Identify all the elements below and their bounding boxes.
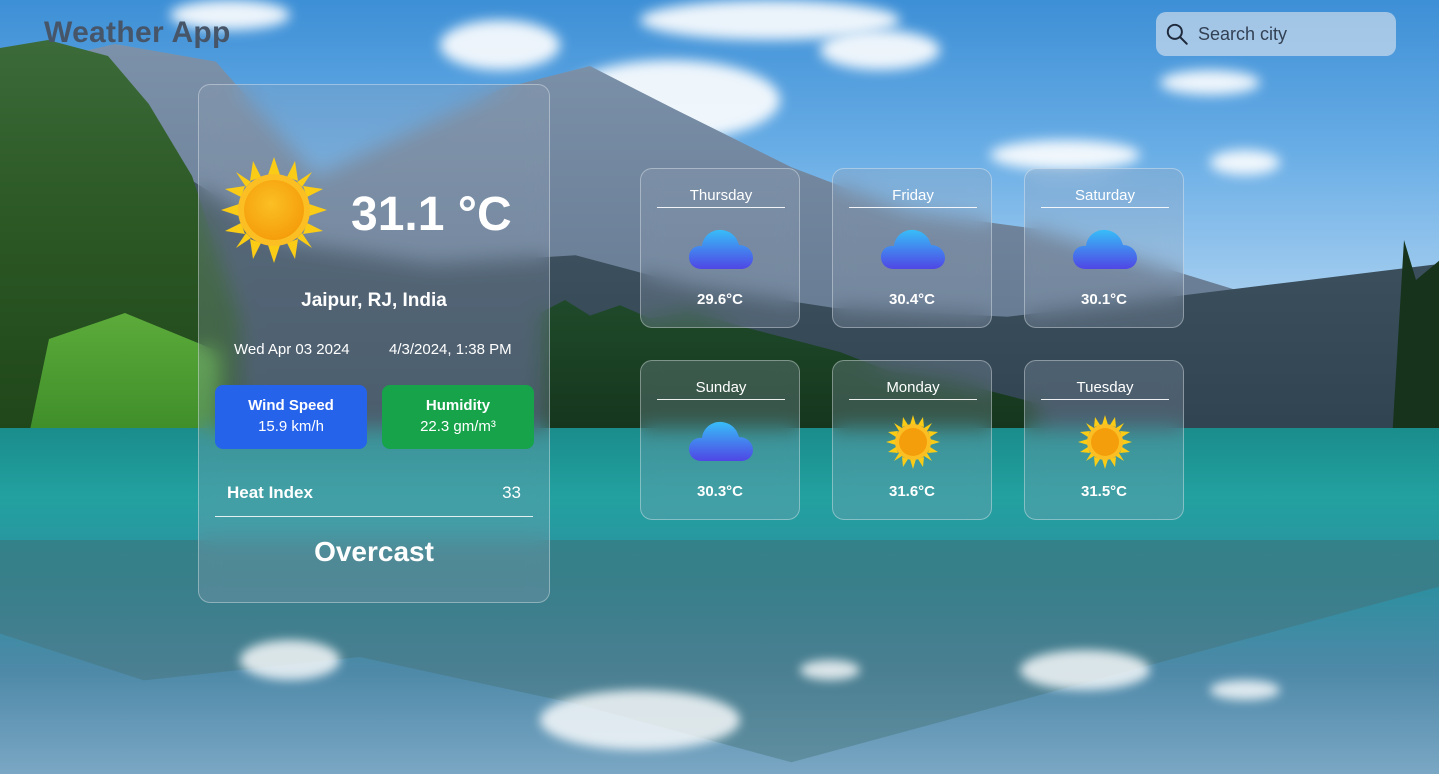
sky-cloud [820,30,940,70]
humidity-box: Humidity 22.3 gm/m³ [382,385,534,449]
forecast-day: Tuesday [1041,379,1169,400]
current-date: Wed Apr 03 2024 [234,341,350,358]
current-weather-card: 31.1 °C Jaipur, RJ, India Wed Apr 03 202… [198,84,550,603]
reflected-cloud [800,660,860,680]
forecast-temp: 31.5°C [1080,483,1128,500]
location-label: Jaipur, RJ, India [301,290,447,311]
forecast-card: Sunday 30.3°C [640,360,800,520]
current-temperature: 31.1 °C [351,188,512,241]
heat-index-value: 33 [502,483,521,502]
reflected-cloud [1020,650,1150,690]
sky-cloud [1160,70,1260,95]
cloud-icon [689,421,753,461]
sky-cloud [1210,150,1280,175]
cloud-icon [1073,229,1137,269]
forecast-temp: 30.4°C [888,291,936,308]
humidity-label: Humidity [425,397,491,414]
reflected-cloud [1210,680,1280,700]
current-datetime: 4/3/2024, 1:38 PM [389,341,512,358]
forecast-temp: 30.1°C [1080,291,1128,308]
sun-icon [1078,415,1132,469]
cloud-icon [881,229,945,269]
sky-cloud [990,140,1140,170]
forecast-card: Thursday 29.6°C [640,168,800,328]
sky-cloud [440,20,560,70]
forecast-temp: 31.6°C [888,483,936,500]
sun-icon [886,415,940,469]
forecast-temp: 30.3°C [696,483,744,500]
heat-index-row: Heat Index 33 [215,473,533,517]
forecast-card: Monday 31.6°C [832,360,992,520]
forecast-day: Sunday [657,379,785,400]
forecast-day: Saturday [1041,187,1169,208]
forecast-card: Tuesday 31.5°C [1024,360,1184,520]
humidity-value: 22.3 gm/m³ [420,418,496,435]
sun-icon [221,157,327,263]
wind-speed-box: Wind Speed 15.9 km/h [215,385,367,449]
search-bar[interactable] [1156,12,1396,56]
heat-index-label: Heat Index [227,483,313,502]
search-input[interactable] [1196,22,1390,46]
forecast-day: Thursday [657,187,785,208]
forecast-temp: 29.6°C [696,291,744,308]
wind-speed-value: 15.9 km/h [258,418,324,435]
forecast-card: Friday 30.4°C [832,168,992,328]
reflected-cloud [540,690,740,750]
wind-speed-label: Wind Speed [248,397,334,414]
forecast-day: Monday [849,379,977,400]
app-title: Weather App [44,16,231,49]
cloud-icon [689,229,753,269]
search-icon[interactable] [1164,21,1190,47]
reflected-cloud [240,640,340,680]
forecast-card: Saturday 30.1°C [1024,168,1184,328]
forecast-day: Friday [849,187,977,208]
weather-condition: Overcast [314,536,434,567]
